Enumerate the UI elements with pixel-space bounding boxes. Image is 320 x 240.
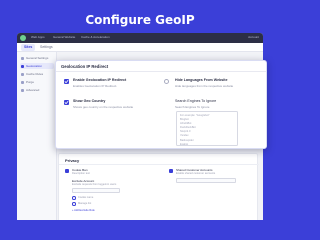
divider	[56, 71, 266, 72]
bot-entry: Exabot	[180, 142, 189, 146]
globe-icon	[21, 64, 24, 68]
shared-accounts-input[interactable]	[176, 178, 236, 183]
app-sidebar: General Settings Geolocation Cache Rules…	[17, 52, 57, 220]
cookie-ban-checkbox[interactable]	[65, 169, 69, 173]
sidebar-item-advanced[interactable]: Advanced	[20, 87, 54, 93]
show-geo-country-checkbox[interactable]	[64, 100, 69, 105]
hide-languages-toggle[interactable]	[164, 79, 169, 84]
sidebar-item-label: Geolocation	[26, 64, 43, 68]
geoip-settings-card: Geolocation IP Redirect Enable Geolocati…	[55, 60, 267, 149]
sidebar-item-geolocation[interactable]: Geolocation	[20, 63, 54, 69]
enable-redirect-title: Enable Geolocation IP Redirect	[73, 78, 127, 82]
topbar-user[interactable]: Account	[248, 35, 259, 39]
card-title: Geolocation IP Redirect	[61, 64, 109, 69]
sliders-icon	[21, 88, 24, 92]
app-topbar: Web Apps General Website Cache & Acceler…	[17, 33, 263, 43]
ignore-bots-title: Search Engines To Ignore	[175, 99, 217, 103]
ignore-bots-desc: Search Engines To Ignore	[175, 104, 210, 109]
sidebar-item-label: Purge	[26, 80, 35, 84]
enable-redirect-desc: Enables Geolocation IP Redirect.	[73, 83, 118, 88]
sidebar-item-purge[interactable]: Purge	[20, 79, 54, 85]
checkmark-icon	[64, 101, 69, 105]
tab-sites[interactable]: Sites	[21, 44, 36, 51]
privacy-title: Privacy	[65, 158, 80, 163]
sidebar-item-general[interactable]: General Settings	[20, 55, 54, 61]
app-tabs: Sites Settings	[17, 43, 263, 52]
show-geo-country-title: Show Geo Country	[73, 99, 106, 103]
hide-languages-desc: Hide languages from the respective websi…	[175, 83, 234, 88]
hero-title: Configure GeoIP	[85, 13, 195, 27]
hide-languages-title: Hide Languages From Website	[175, 78, 228, 82]
topbar-item-general-website[interactable]: General Website	[53, 35, 75, 39]
cookie-ban-desc: Description text	[72, 172, 90, 175]
divider	[59, 164, 259, 165]
tab-settings[interactable]: Settings	[37, 44, 56, 51]
shared-accounts-desc: Enable shared customer accounts	[176, 172, 216, 175]
manage-list-radio[interactable]	[72, 202, 76, 206]
topbar-item-web-apps[interactable]: Web Apps	[31, 35, 45, 39]
sidebar-item-label: Advanced	[26, 88, 40, 92]
sidebar-item-label: Cache Rules	[26, 72, 44, 76]
add-exclude-rule-button[interactable]: + Add Exclude Rule	[72, 209, 95, 212]
trash-icon	[21, 80, 24, 84]
topbar-item-cache[interactable]: Cache & Acceleration	[81, 35, 110, 39]
sidebar-item-cache[interactable]: Cache Rules	[20, 71, 54, 77]
settings-icon	[21, 56, 24, 60]
ignore-bots-textarea[interactable]: For example: "Googlebot" Bingbot AhrefsB…	[176, 111, 238, 146]
cookie-name-radio[interactable]	[72, 196, 76, 200]
cookie-name-label: Cookie name	[78, 196, 94, 199]
app-logo-icon	[20, 35, 26, 41]
exclude-desc: Exclude requests from logged-in users	[72, 183, 117, 186]
exclude-input[interactable]	[72, 188, 120, 193]
show-geo-country-desc: Shows geo country on the respective webs…	[73, 104, 134, 109]
checkmark-icon	[64, 80, 69, 84]
sidebar-item-label: General Settings	[26, 56, 49, 60]
enable-redirect-checkbox[interactable]	[64, 79, 69, 84]
shared-accounts-checkbox[interactable]	[169, 169, 173, 173]
cache-icon	[21, 72, 24, 76]
privacy-card: Privacy Cookie Ban Description text Excl…	[58, 153, 259, 220]
manage-list-label: Manage list	[78, 202, 92, 205]
